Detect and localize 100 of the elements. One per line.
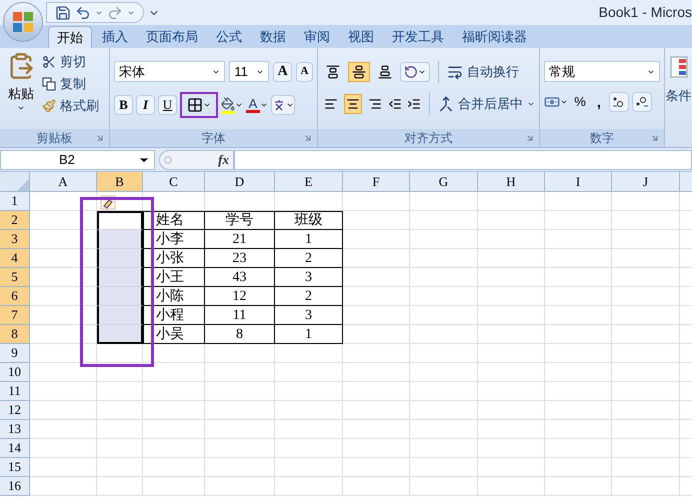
wrap-text-button[interactable]: 自动换行 xyxy=(447,62,519,82)
grid-cell[interactable] xyxy=(97,344,143,363)
row-header[interactable]: 8 xyxy=(0,325,30,344)
column-header[interactable]: I xyxy=(545,172,612,192)
grow-font-button[interactable]: A xyxy=(273,62,292,82)
vertical-align-button[interactable] xyxy=(348,62,370,82)
grid-cell[interactable] xyxy=(545,249,612,268)
row-header[interactable]: 10 xyxy=(0,363,30,382)
grid-cell[interactable] xyxy=(410,230,478,249)
grid-cell[interactable] xyxy=(343,363,410,382)
grid-cell[interactable] xyxy=(275,363,343,382)
row-header[interactable]: 9 xyxy=(0,344,30,363)
column-header[interactable]: C xyxy=(143,172,205,192)
grid-cell[interactable] xyxy=(30,401,97,420)
conditional-format-button[interactable]: 条件 xyxy=(666,56,692,106)
grid-cell[interactable] xyxy=(343,344,410,363)
italic-button[interactable]: I xyxy=(136,95,155,115)
column-header[interactable]: E xyxy=(275,172,343,192)
grid-cell[interactable] xyxy=(97,477,143,496)
grid-cell[interactable] xyxy=(478,458,545,477)
grid-cell[interactable] xyxy=(30,382,97,401)
grid-cell[interactable] xyxy=(545,458,612,477)
grid-cell[interactable] xyxy=(410,287,478,306)
ribbon-tab[interactable]: 插入 xyxy=(94,26,136,48)
column-header[interactable]: G xyxy=(410,172,478,192)
grid-cell[interactable] xyxy=(545,325,612,344)
grid-cell[interactable] xyxy=(478,211,545,230)
row-header[interactable]: 16 xyxy=(0,477,30,496)
grid-cell[interactable] xyxy=(478,325,545,344)
grid-cell[interactable] xyxy=(275,192,343,211)
grid-cell[interactable] xyxy=(478,344,545,363)
grid-cell[interactable] xyxy=(275,439,343,458)
orientation-button[interactable] xyxy=(400,62,430,82)
grid-cell[interactable] xyxy=(343,325,410,344)
grid-cell[interactable] xyxy=(478,306,545,325)
grid-cell[interactable] xyxy=(410,344,478,363)
grid-cell[interactable] xyxy=(612,211,680,230)
font-color-button[interactable]: A xyxy=(246,95,268,115)
grid-cell[interactable] xyxy=(612,439,680,458)
phonetic-button[interactable] xyxy=(271,95,295,115)
grid-cell[interactable] xyxy=(410,439,478,458)
grid-cell[interactable] xyxy=(343,401,410,420)
grid-cell[interactable] xyxy=(478,477,545,496)
grid-cell[interactable] xyxy=(143,401,205,420)
grid-cell[interactable] xyxy=(612,325,680,344)
grid-cell[interactable] xyxy=(545,382,612,401)
grid-cell[interactable] xyxy=(612,306,680,325)
grid-cell[interactable] xyxy=(343,458,410,477)
grid-cell[interactable] xyxy=(205,192,275,211)
grid-cell[interactable] xyxy=(478,382,545,401)
paste-button[interactable]: 粘贴 xyxy=(4,52,38,112)
table-cell[interactable]: 2 xyxy=(275,249,343,268)
grid-cell[interactable] xyxy=(545,363,612,382)
grid-cell[interactable] xyxy=(30,420,97,439)
selected-cell[interactable] xyxy=(97,211,143,230)
grid-cell[interactable] xyxy=(545,192,612,211)
grid-cell[interactable] xyxy=(410,268,478,287)
table-cell[interactable]: 8 xyxy=(205,325,275,344)
grid-cell[interactable] xyxy=(545,268,612,287)
grid-cell[interactable] xyxy=(478,363,545,382)
grid-cell[interactable] xyxy=(410,325,478,344)
grid-cell[interactable] xyxy=(143,420,205,439)
row-header[interactable]: 4 xyxy=(0,249,30,268)
grid-cell[interactable] xyxy=(478,439,545,458)
ribbon-tab[interactable]: 视图 xyxy=(340,26,382,48)
grid-cell[interactable] xyxy=(612,477,680,496)
grid-cell[interactable] xyxy=(612,230,680,249)
grid-cell[interactable] xyxy=(343,230,410,249)
ribbon-tab[interactable]: 公式 xyxy=(208,26,250,48)
grid-cell[interactable] xyxy=(343,287,410,306)
table-cell[interactable]: 小程 xyxy=(143,306,205,325)
row-header[interactable]: 3 xyxy=(0,230,30,249)
bold-button[interactable]: B xyxy=(114,95,133,115)
shrink-font-button[interactable]: A xyxy=(296,62,313,82)
table-cell[interactable]: 姓名 xyxy=(143,211,205,230)
grid-cell[interactable] xyxy=(410,401,478,420)
grid-cell[interactable] xyxy=(275,458,343,477)
ribbon-tab[interactable]: 开始 xyxy=(48,26,92,48)
grid-cell[interactable] xyxy=(612,249,680,268)
grid-cell[interactable] xyxy=(97,439,143,458)
grid-cell[interactable] xyxy=(343,382,410,401)
grid-cell[interactable] xyxy=(343,306,410,325)
table-cell[interactable]: 21 xyxy=(205,230,275,249)
grid-cell[interactable] xyxy=(343,439,410,458)
copy-button[interactable]: 复制 xyxy=(42,74,99,94)
font-name-field[interactable]: 宋体 xyxy=(114,61,226,82)
selected-cell[interactable] xyxy=(97,325,143,344)
selected-cell[interactable] xyxy=(97,230,143,249)
merge-center-button[interactable]: 合并后居中 xyxy=(438,94,535,114)
grid-cell[interactable] xyxy=(612,344,680,363)
row-header[interactable]: 6 xyxy=(0,287,30,306)
row-header[interactable]: 13 xyxy=(0,420,30,439)
grid-cell[interactable] xyxy=(275,420,343,439)
grid-cell[interactable] xyxy=(478,268,545,287)
row-header[interactable]: 14 xyxy=(0,439,30,458)
ribbon-tab[interactable]: 开发工具 xyxy=(384,26,452,48)
table-cell[interactable]: 23 xyxy=(205,249,275,268)
horizontal-align-button[interactable] xyxy=(344,94,362,114)
column-header[interactable]: A xyxy=(30,172,97,192)
row-header[interactable]: 15 xyxy=(0,458,30,477)
